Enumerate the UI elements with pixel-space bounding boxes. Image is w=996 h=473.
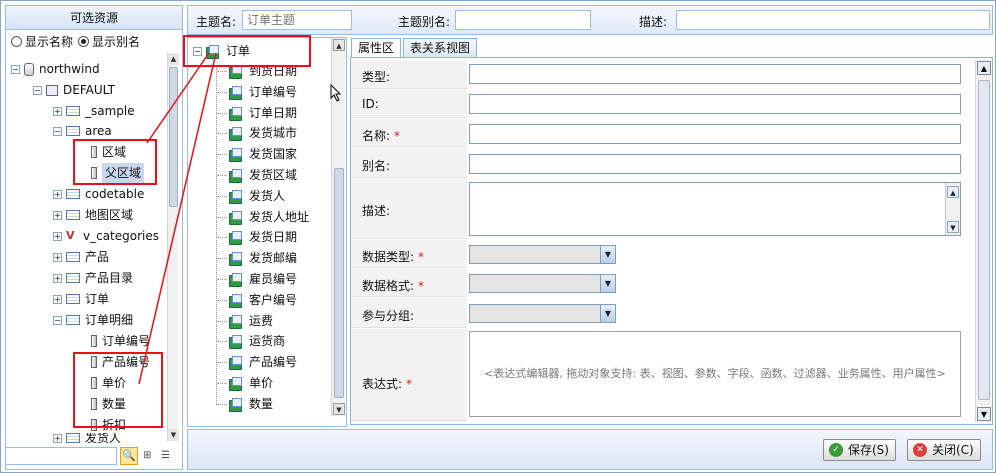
subject-editor-window: 可选资源 显示名称 显示别名 − northwind − DEFAULT + _… bbox=[0, 0, 996, 473]
annotation-arrows bbox=[138, 52, 217, 385]
annotation-arrow-line bbox=[138, 52, 217, 385]
annotation-arrow-line bbox=[146, 52, 210, 144]
